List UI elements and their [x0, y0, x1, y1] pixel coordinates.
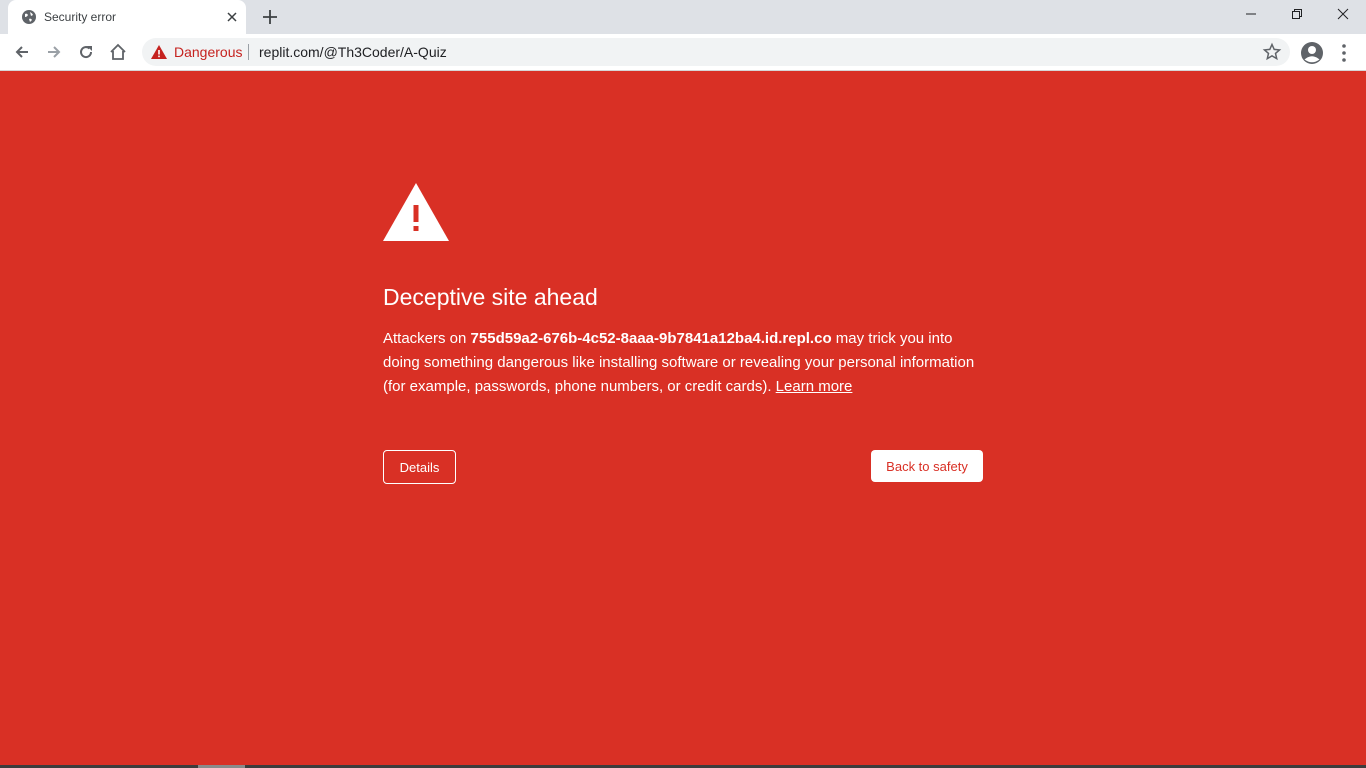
back-to-safety-button[interactable]: Back to safety: [871, 450, 983, 482]
warning-icon: [383, 183, 449, 241]
star-icon[interactable]: [1262, 42, 1282, 62]
close-window-button[interactable]: [1320, 0, 1366, 30]
message-prefix: Attackers on: [383, 330, 471, 347]
more-vert-icon[interactable]: [1334, 41, 1354, 65]
learn-more-link[interactable]: Learn more: [776, 378, 853, 395]
new-tab-icon[interactable]: [260, 7, 280, 27]
restore-button[interactable]: [1274, 0, 1320, 30]
warning-message: Attackers on 755d59a2-676b-4c52-8aaa-9b7…: [383, 327, 993, 399]
tab-title: Security error: [44, 10, 117, 24]
tab-strip: Security error: [0, 0, 1366, 34]
dangerous-host: 755d59a2-676b-4c52-8aaa-9b7841a12ba4.id.…: [470, 330, 832, 347]
reload-icon: [80, 46, 93, 59]
minimize-button[interactable]: [1228, 0, 1274, 30]
account-icon[interactable]: [1300, 41, 1324, 65]
url-text[interactable]: replit.com/@Th3Coder/A-Quiz: [259, 44, 447, 60]
back-icon: [15, 46, 28, 58]
globe-icon: [22, 10, 36, 24]
browser-toolbar: Dangerous replit.com/@Th3Coder/A-Quiz: [0, 34, 1366, 71]
reload-button[interactable]: [74, 40, 98, 64]
details-button[interactable]: Details: [383, 450, 456, 484]
restore-icon: [1292, 9, 1302, 19]
minimize-icon: [1246, 13, 1256, 15]
home-button[interactable]: [106, 40, 130, 64]
forward-button[interactable]: [42, 40, 66, 64]
address-bar[interactable]: Dangerous replit.com/@Th3Coder/A-Quiz: [142, 38, 1290, 66]
page-title: Deceptive site ahead: [383, 284, 598, 310]
warning-icon[interactable]: [151, 45, 167, 59]
home-icon: [110, 43, 126, 60]
forward-icon: [48, 46, 61, 58]
omnibox-divider: [248, 44, 249, 60]
close-icon: [1337, 8, 1349, 20]
back-button[interactable]: [10, 40, 34, 64]
tab-security-error[interactable]: Security error: [8, 0, 246, 34]
close-icon[interactable]: [224, 9, 240, 25]
security-status-label[interactable]: Dangerous: [174, 44, 243, 60]
